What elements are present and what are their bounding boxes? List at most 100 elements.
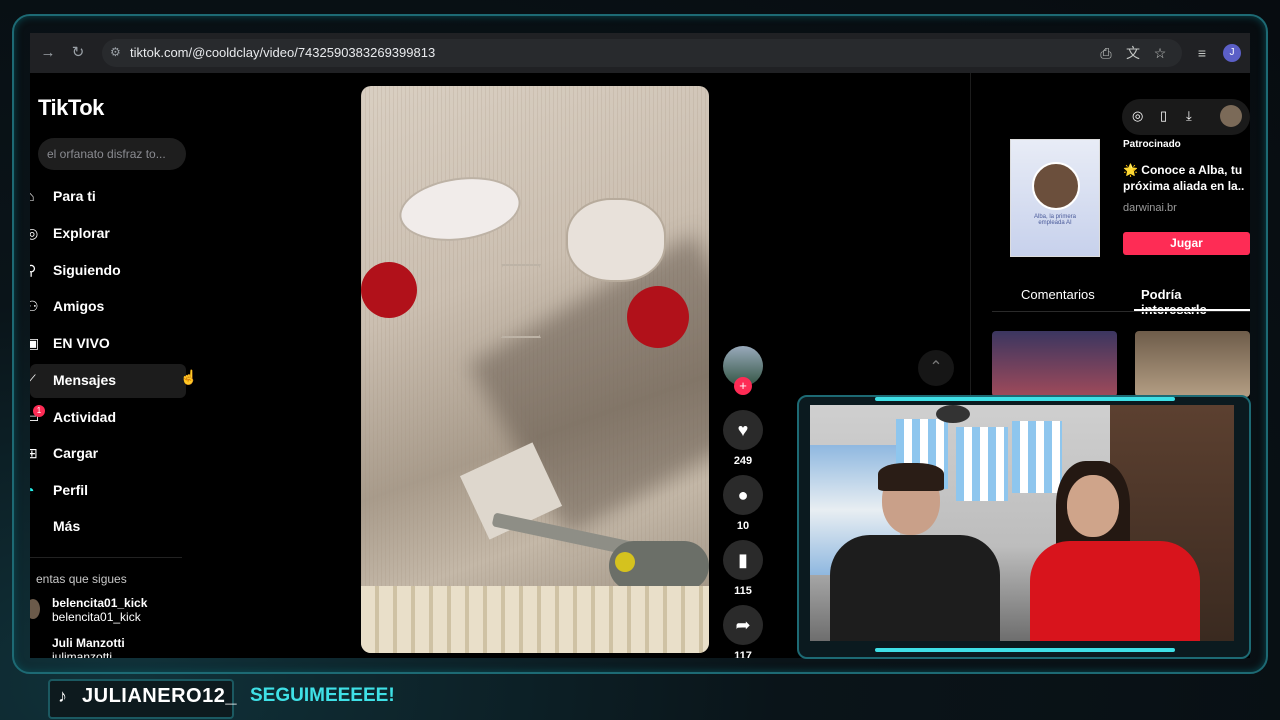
media-controls-icon[interactable]: ≡ bbox=[1192, 43, 1212, 63]
comment-button[interactable]: ● bbox=[723, 475, 763, 515]
share-icon: ➦ bbox=[735, 615, 751, 635]
overlay-slogan: SEGUIMEEEEE! bbox=[250, 685, 395, 706]
nav-label: Para ti bbox=[53, 188, 96, 204]
nav-label: Amigos bbox=[53, 298, 105, 314]
nav-label: Perfil bbox=[53, 482, 89, 498]
share-count: 117 bbox=[734, 650, 752, 658]
save-button[interactable]: ▮ bbox=[723, 540, 763, 580]
bookmark-icon: ▮ bbox=[738, 550, 748, 570]
url-text: tiktok.com/@cooldclay/video/743259038326… bbox=[130, 45, 436, 60]
follow-plus-icon[interactable]: + bbox=[734, 377, 752, 395]
comment-count: 10 bbox=[736, 520, 750, 532]
scissors-pivot bbox=[615, 552, 635, 572]
following-account[interactable]: belencita01_kick belencita01_kick bbox=[52, 596, 147, 624]
account-handle: julimanzotti bbox=[52, 650, 113, 658]
nav-item-en-vivo[interactable]: ▣ EN VIVO bbox=[30, 327, 186, 361]
person-shirt bbox=[830, 535, 1000, 641]
scroll-up-button[interactable]: ⌃ bbox=[918, 350, 954, 386]
profile-icon: ◔ bbox=[30, 482, 35, 498]
red-cheek-right bbox=[627, 286, 689, 348]
nav-label: Mensajes bbox=[53, 372, 117, 388]
ad-image[interactable]: Alba, la primera empleada AI bbox=[1010, 139, 1100, 257]
lace-trim bbox=[361, 586, 709, 653]
nav-item-mas[interactable]: Más bbox=[30, 510, 186, 544]
mouse-cursor-icon: ☝ bbox=[180, 369, 198, 385]
jersey bbox=[1012, 421, 1062, 493]
nav-item-actividad[interactable]: ▭ Actividad bbox=[30, 401, 186, 435]
webcam-frame-accent bbox=[875, 648, 1175, 652]
activity-badge: 1 bbox=[33, 405, 45, 417]
suggested-video-thumbnail[interactable] bbox=[1135, 331, 1250, 397]
nav-item-para-ti[interactable]: ⌂ Para ti bbox=[30, 180, 186, 214]
mobile-icon[interactable]: ▯ bbox=[1160, 108, 1167, 124]
bookmark-star-icon[interactable]: ☆ bbox=[1150, 43, 1170, 63]
nav-label: EN VIVO bbox=[53, 335, 110, 351]
webcam-frame-accent bbox=[875, 397, 1175, 401]
heart-icon: ♥ bbox=[737, 420, 749, 440]
nav-label: Explorar bbox=[53, 225, 110, 241]
forward-icon[interactable]: → bbox=[38, 43, 58, 63]
messages-icon: ⟋ bbox=[30, 372, 36, 388]
comment-icon: ● bbox=[737, 485, 749, 505]
like-count: 249 bbox=[733, 455, 753, 467]
jersey bbox=[956, 427, 1008, 501]
tab-divider bbox=[992, 311, 1250, 312]
search-input[interactable]: el orfanato disfraz to... bbox=[38, 138, 186, 170]
home-icon: ⌂ bbox=[30, 188, 35, 204]
following-account[interactable]: Juli Manzotti julimanzotti bbox=[52, 636, 125, 658]
nav-item-perfil[interactable]: ◔ Perfil bbox=[30, 474, 186, 508]
nav-item-siguiendo[interactable]: ⚲ Siguiendo bbox=[30, 254, 186, 288]
tiktok-logo[interactable]: TikTok bbox=[38, 95, 104, 121]
nav-item-mensajes[interactable]: ⟋ Mensajes bbox=[30, 364, 186, 398]
live-icon: ▣ bbox=[30, 335, 40, 351]
chevron-up-icon: ⌃ bbox=[929, 359, 943, 376]
ad-person-photo bbox=[1032, 162, 1080, 210]
install-app-icon[interactable]: ⎙ bbox=[1096, 43, 1116, 63]
nav-label: Cargar bbox=[53, 445, 99, 461]
compass-icon[interactable]: ◎ bbox=[1132, 108, 1143, 124]
sponsored-label: Patrocinado bbox=[1123, 139, 1181, 150]
tiktok-logo-icon: ♪ bbox=[58, 686, 67, 706]
sidebar-divider bbox=[30, 557, 182, 558]
account-handle: belencita01_kick bbox=[52, 610, 141, 624]
following-section-title: entas que sigues bbox=[36, 572, 127, 586]
person-shirt-red bbox=[1030, 541, 1200, 641]
tab-podria-interesarle[interactable]: Podría interesarle bbox=[1141, 287, 1250, 317]
account-avatar[interactable] bbox=[30, 599, 40, 619]
dartboard bbox=[936, 405, 970, 423]
webcam-feed bbox=[810, 405, 1234, 641]
tab-comentarios[interactable]: Comentarios bbox=[1021, 287, 1095, 302]
nav-label: Siguiendo bbox=[53, 262, 121, 278]
save-count: 115 bbox=[734, 585, 752, 597]
reload-icon[interactable]: ↻ bbox=[68, 43, 88, 63]
nav-item-amigos[interactable]: ⚇ Amigos bbox=[30, 290, 186, 324]
profile-avatar[interactable]: J bbox=[1223, 44, 1241, 62]
address-bar[interactable]: ⚙ tiktok.com/@cooldclay/video/7432590383… bbox=[102, 39, 1182, 67]
nav-item-cargar[interactable]: ⊞ Cargar bbox=[30, 437, 186, 471]
top-action-bar: ◎ ▯ ⤓ bbox=[1122, 99, 1250, 135]
search-placeholder: el orfanato disfraz to... bbox=[47, 147, 166, 161]
fabric-eye-right bbox=[566, 198, 666, 282]
account-name: belencita01_kick bbox=[52, 596, 148, 610]
red-cheek-left bbox=[361, 262, 417, 318]
more-icon bbox=[30, 518, 42, 534]
compass-icon: ◎ bbox=[30, 225, 39, 241]
nav-item-explorar[interactable]: ◎ Explorar bbox=[30, 217, 186, 251]
suggested-video-thumbnail[interactable] bbox=[992, 331, 1117, 397]
nav-label: Más bbox=[53, 518, 81, 534]
translate-icon[interactable]: 文 bbox=[1123, 43, 1143, 63]
video-player[interactable] bbox=[361, 86, 709, 653]
ad-domain[interactable]: darwinai.br bbox=[1123, 202, 1177, 214]
user-avatar[interactable] bbox=[1220, 105, 1242, 127]
ad-title[interactable]: 🌟 Conoce a Alba, tu próxima aliada en la… bbox=[1123, 162, 1247, 194]
channel-name: JULIANERO12_ bbox=[82, 685, 237, 707]
upload-icon: ⊞ bbox=[30, 445, 38, 461]
following-icon: ⚲ bbox=[30, 262, 37, 278]
download-icon[interactable]: ⤓ bbox=[1186, 108, 1192, 124]
ad-cta-button[interactable]: Jugar bbox=[1123, 232, 1250, 255]
browser-toolbar: → ↻ ⚙ tiktok.com/@cooldclay/video/743259… bbox=[30, 33, 1250, 73]
like-button[interactable]: ♥ bbox=[723, 410, 763, 450]
share-button[interactable]: ➦ bbox=[723, 605, 763, 645]
account-name: Juli Manzotti bbox=[52, 636, 125, 650]
site-info-icon[interactable]: ⚙ bbox=[110, 45, 121, 59]
